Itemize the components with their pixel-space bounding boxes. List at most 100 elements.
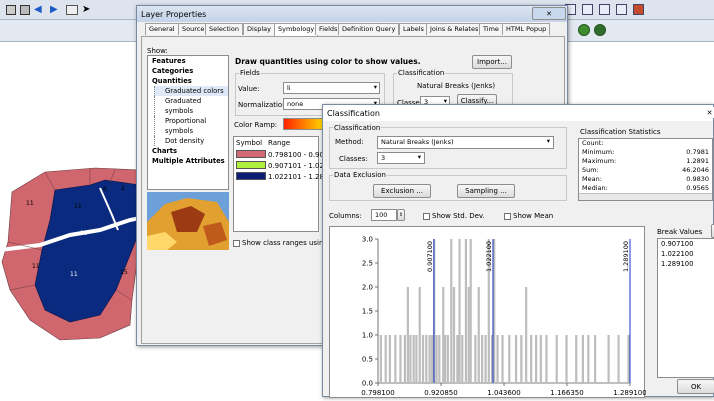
pointer-icon[interactable]: ➤: [82, 5, 92, 15]
scrollbar[interactable]: [579, 193, 712, 200]
histogram-bar: [501, 335, 504, 383]
checkbox[interactable]: [423, 212, 430, 220]
y-tick-label: 0.5: [362, 356, 373, 364]
classes-select[interactable]: 3 ▾: [377, 152, 425, 164]
method-select[interactable]: Natural Breaks (Jenks) ▾: [377, 136, 554, 149]
break-values-list[interactable]: 0.907100 1.022100 1.289100: [657, 238, 714, 378]
map-polygons[interactable]: 11 6 2 11 10 11 11 15: [0, 150, 150, 350]
break-values-rows: 0.907100 1.022100 1.289100: [658, 239, 714, 269]
value-select[interactable]: li ▾: [283, 82, 380, 94]
break-value-row[interactable]: 0.907100: [658, 239, 714, 249]
tab-labels[interactable]: Labels: [399, 23, 428, 35]
columns-label: Columns:: [329, 212, 362, 220]
show-tree-item[interactable]: Multiple Attributes: [148, 156, 228, 166]
symbol-swatch-1[interactable]: [236, 150, 266, 158]
close-button[interactable]: ✕: [532, 7, 566, 20]
window-title: Classification: [327, 108, 380, 118]
y-tick-label: 3.0: [362, 236, 373, 244]
histogram-bar: [415, 335, 418, 383]
toolbar-icons-right[interactable]: [565, 4, 710, 18]
classification-titlebar: Classification: [323, 105, 713, 121]
stats-key: Minimum:: [582, 148, 615, 156]
show-tree-item[interactable]: Charts: [148, 146, 228, 156]
tab-definition-query[interactable]: Definition Query: [338, 23, 400, 35]
show-tree-item[interactable]: Quantities: [148, 76, 228, 86]
window-title: Layer Properties: [141, 9, 207, 19]
tab-selection[interactable]: Selection: [205, 23, 243, 35]
histogram-bar: [477, 287, 480, 383]
color-ramp-label: Color Ramp:: [234, 121, 278, 129]
histogram-bar: [539, 335, 542, 383]
tab-html-popup[interactable]: HTML Popup: [502, 23, 551, 35]
break-value-row[interactable]: 1.022100: [658, 249, 714, 259]
symbol-swatch-3[interactable]: [236, 172, 266, 180]
search-icon[interactable]: [616, 4, 627, 15]
stats-key: Mean:: [582, 175, 602, 183]
toolbox-icon[interactable]: [633, 4, 644, 15]
histogram-bar: [587, 335, 590, 383]
stats-value: 1.2891: [686, 157, 709, 165]
import-button[interactable]: Import...: [472, 55, 512, 69]
close-button[interactable]: ✕: [704, 107, 714, 118]
stats-row: Minimum: 0.7981: [579, 148, 712, 157]
exclusion-button[interactable]: Exclusion ...: [373, 184, 431, 198]
histogram-bar: [535, 335, 538, 383]
show-tree-list: Features Categories Quantities Graduated co…: [148, 56, 228, 166]
fixed-zoom-icon[interactable]: [20, 5, 30, 15]
catalog-icon[interactable]: [599, 4, 610, 15]
back-arrow-icon[interactable]: ◀: [34, 5, 46, 15]
show-tree-item[interactable]: Features: [148, 56, 228, 66]
symbol-swatch-2[interactable]: [236, 161, 266, 169]
columns-stepper-arrows[interactable]: ⇕: [397, 209, 405, 221]
break-values-label: Break Values: [657, 228, 703, 236]
sampling-button[interactable]: Sampling ...: [457, 184, 515, 198]
stats-value: 0.7981: [686, 148, 709, 156]
ok-button[interactable]: OK: [677, 379, 714, 394]
tab-joins-relates[interactable]: Joins & Relates: [426, 23, 483, 35]
fields-group-label: Fields: [239, 69, 261, 77]
histogram-panel[interactable]: 0.0 0.5 1.0 1.5 2.0 2.5 3.0 0.798100 0.920850 1.0…: [329, 226, 647, 398]
histogram-bar: [464, 239, 468, 383]
show-mean-checkbox[interactable]: Show Mean: [504, 212, 553, 220]
map-label: 6: [103, 186, 107, 193]
checkbox[interactable]: [504, 212, 511, 220]
stats-value: 46.2046: [682, 166, 709, 174]
break-line-label: 1.022100: [485, 241, 493, 272]
tab-source[interactable]: Source: [178, 23, 209, 35]
select-features-icon[interactable]: [66, 5, 78, 15]
show-tree-item[interactable]: Proportional symbols: [154, 116, 228, 136]
histogram-bar: [581, 335, 584, 383]
columns-stepper[interactable]: 100: [371, 209, 397, 221]
chevron-down-icon: ▾: [373, 83, 377, 91]
histogram-bar: [565, 335, 568, 383]
show-std-dev-checkbox[interactable]: Show Std. Dev.: [423, 212, 485, 220]
editor-icons[interactable]: [578, 24, 618, 38]
show-tree-item[interactable]: Dot density: [154, 136, 228, 146]
full-extent-icon[interactable]: [6, 5, 16, 15]
show-tree-item[interactable]: Graduated colors: [154, 86, 228, 96]
forward-arrow-icon[interactable]: ▶: [50, 5, 62, 15]
histogram-bar: [406, 287, 409, 383]
tab-display[interactable]: Display: [243, 23, 275, 35]
show-tree-item[interactable]: Graduated symbols: [154, 96, 228, 116]
stats-row: Sum: 46.2046: [579, 166, 712, 175]
stats-panel[interactable]: Count: Minimum: 0.7981 Maximum: 1.2891 Sum: 46…: [578, 138, 713, 201]
tab-symbology[interactable]: Symbology: [274, 23, 319, 36]
break-value-row[interactable]: 1.289100: [658, 259, 714, 269]
tab-general[interactable]: General: [145, 23, 179, 35]
x-tick-label: 0.798100: [361, 389, 394, 397]
map-label: 10: [80, 230, 88, 237]
show-tree[interactable]: Features Categories Quantities Graduated co…: [147, 55, 229, 190]
histogram-bar: [481, 335, 484, 383]
add-data-icon[interactable]: [594, 24, 606, 36]
symbology-heading: Draw quantities using color to show valu…: [235, 57, 421, 66]
globe-icon[interactable]: [578, 24, 590, 36]
table-icon[interactable]: [582, 4, 593, 15]
tab-time[interactable]: Time: [479, 23, 503, 35]
checkbox[interactable]: [233, 239, 240, 247]
toolbar-icons-left[interactable]: ◀ ▶ ➤: [6, 5, 134, 17]
show-tree-item[interactable]: Categories: [148, 66, 228, 76]
histogram-bar: [394, 335, 397, 383]
classification-group-label: Classification: [333, 124, 382, 132]
map-label: 15: [120, 269, 128, 276]
